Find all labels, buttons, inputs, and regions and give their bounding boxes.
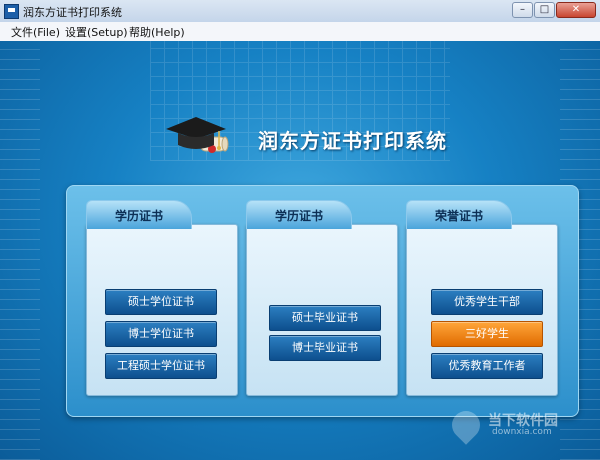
app-icon: [4, 4, 19, 19]
card-honor: 优秀学生干部 三好学生 优秀教育工作者 荣誉证书: [406, 200, 558, 396]
doctorate-degree-button[interactable]: 博士学位证书: [105, 321, 217, 347]
window-title: 润东方证书打印系统: [23, 6, 122, 19]
card-tab-label: 荣誉证书: [434, 209, 483, 223]
menu-bar: 文件(File) 设置(Setup) 帮助(Help): [0, 22, 600, 42]
card-body: 硕士毕业证书 博士毕业证书: [246, 224, 398, 396]
card-body: 硕士学位证书 博士学位证书 工程硕士学位证书: [86, 224, 238, 396]
menu-help[interactable]: 帮助(Help): [129, 24, 185, 40]
card-tab: 荣誉证书: [406, 200, 512, 229]
menu-file[interactable]: 文件(File): [11, 24, 60, 40]
engineering-masters-degree-button[interactable]: 工程硕士学位证书: [105, 353, 217, 379]
card-tab-label: 学历证书: [114, 209, 163, 223]
menu-setup[interactable]: 设置(Setup): [65, 24, 128, 40]
outstanding-educator-button[interactable]: 优秀教育工作者: [431, 353, 543, 379]
outstanding-cadre-button[interactable]: 优秀学生干部: [431, 289, 543, 315]
title-bar[interactable]: 润东方证书打印系统 – □ ✕: [0, 0, 600, 23]
close-button[interactable]: ✕: [556, 2, 596, 18]
masters-degree-button[interactable]: 硕士学位证书: [105, 289, 217, 315]
graduation-cap-icon: [166, 117, 229, 153]
minimize-button[interactable]: –: [512, 2, 533, 18]
card-academic-diploma: 硕士毕业证书 博士毕业证书 学历证书: [246, 200, 398, 396]
card-tab: 学历证书: [246, 200, 352, 229]
app-title: 润东方证书打印系统: [258, 129, 447, 153]
merit-student-button[interactable]: 三好学生: [431, 321, 543, 347]
card-tab: 学历证书: [86, 200, 192, 229]
watermark-url: downxia.com: [492, 427, 552, 437]
card-tab-label: 学历证书: [274, 209, 323, 223]
background-decoration-left: [0, 41, 40, 460]
maximize-button[interactable]: □: [534, 2, 555, 18]
doctorate-diploma-button[interactable]: 博士毕业证书: [269, 335, 381, 361]
masters-diploma-button[interactable]: 硕士毕业证书: [269, 305, 381, 331]
card-body: 优秀学生干部 三好学生 优秀教育工作者: [406, 224, 558, 396]
card-academic-degree: 硕士学位证书 博士学位证书 工程硕士学位证书 学历证书: [86, 200, 238, 396]
